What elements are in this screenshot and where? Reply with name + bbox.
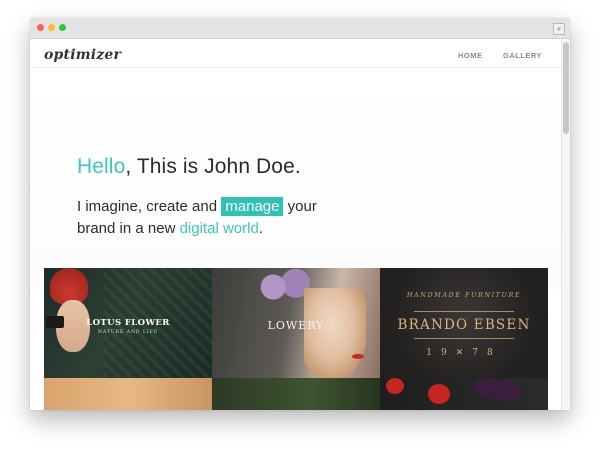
hero-section: Hello, This is John Doe. I imagine, crea… [30,68,562,289]
brand-year: 19✕78 [380,348,548,358]
tagline-line2-prefix: brand in a new [77,220,180,237]
zoom-window-icon[interactable] [59,24,66,31]
tomato-image [386,378,404,394]
tagline-highlight: manage [221,197,284,216]
expand-icon[interactable]: + [553,23,565,35]
gallery-tile-brando-ebsen[interactable]: HANDMADE FURNITURE BRANDO EBSEN 19✕78 [380,268,548,378]
eggplant-image [472,378,526,405]
nav-link-home[interactable]: HOME [458,51,483,60]
gallery-tile-mushroom[interactable] [212,378,380,410]
hero-name: , This is John Doe. [125,155,301,178]
gallery-tile-sunset[interactable] [44,378,212,410]
minimize-window-icon[interactable] [48,24,55,31]
page-viewport: optimizer HOME GALLERY Hello, This is Jo… [30,39,562,410]
gallery-tile-vegetables[interactable] [380,378,548,410]
portfolio-gallery: LOTUS FLOWER NATURE AND LIFE LOWERY HAND… [44,268,548,410]
decorative-rule [414,311,514,312]
lowery-title: LOWERY [267,319,325,332]
lotus-flower-subtitle: NATURE AND LIFE [97,330,159,335]
red-hat-image [50,268,88,304]
nav-link-gallery[interactable]: GALLERY [503,51,542,60]
decorative-rule [414,338,514,339]
brand-year-left: 19 [426,348,456,358]
tagline-line2-suffix: . [258,220,263,237]
gallery-tile-lowery[interactable]: LOWERY [212,268,380,378]
tagline-line1-prefix: I imagine, create and [77,198,222,215]
tagline-line1-suffix: your [283,198,317,215]
hero-tagline: I imagine, create and manage your brand … [77,196,397,240]
blonde-woman-image [304,288,366,378]
brand-year-right: 78 [472,348,502,358]
red-lips-image [352,354,364,359]
gallery-tile-lotus-flower[interactable]: LOTUS FLOWER NATURE AND LIFE [44,268,212,378]
handmade-furniture-text: HANDMADE FURNITURE [406,291,522,299]
lotus-flower-title: LOTUS FLOWER [86,318,170,328]
scrollbar-thumb[interactable] [563,42,569,134]
vertical-scrollbar[interactable] [561,39,570,410]
hero-hello: Hello [77,155,126,178]
browser-window: + optimizer HOME GALLERY Hello, This is … [30,18,570,410]
close-window-icon[interactable] [37,24,44,31]
tagline-accent: digital world [179,220,259,237]
hero-heading: Hello, This is John Doe. [77,155,301,179]
crossed-arrows-icon: ✕ [455,348,473,358]
site-logo[interactable]: optimizer [44,47,121,63]
site-navbar: optimizer HOME GALLERY [30,39,562,68]
tomato-image [428,384,450,404]
brando-ebsen-title: BRANDO EBSEN [397,317,531,333]
window-titlebar: + [30,18,570,39]
